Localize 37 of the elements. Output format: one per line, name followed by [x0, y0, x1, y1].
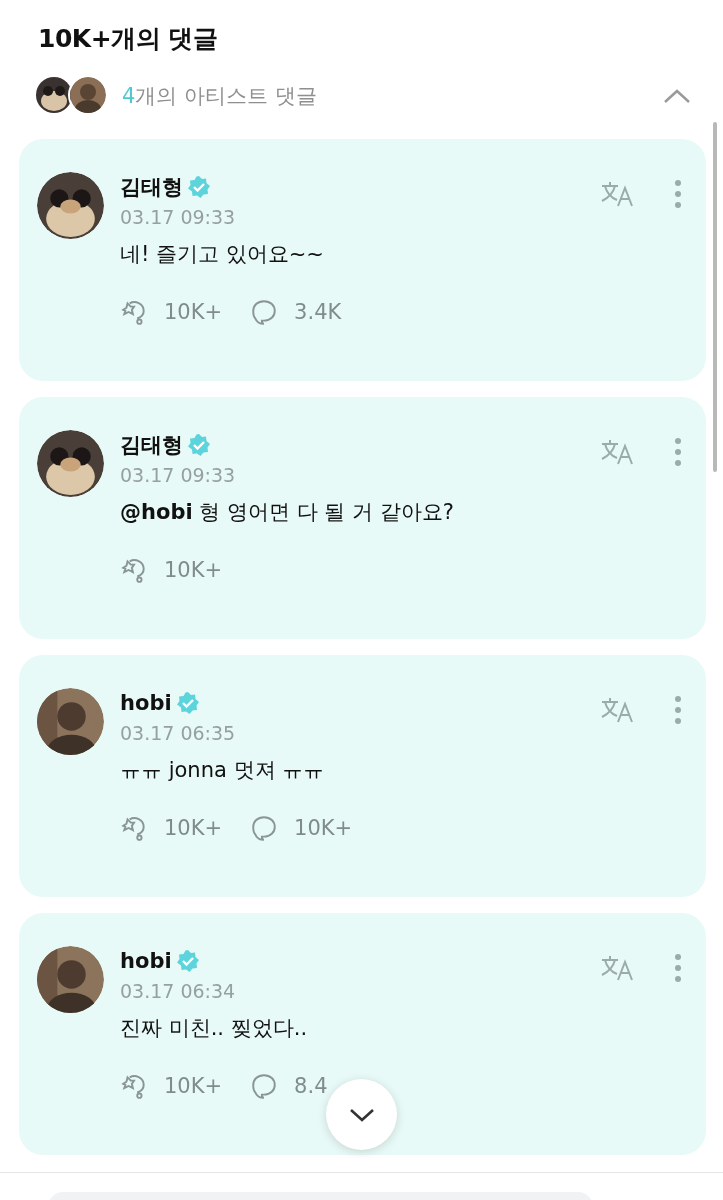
comment-text: ㅠㅠ jonna 멋져 ㅠㅠ — [120, 757, 326, 784]
comment-text: 네! 즐기고 있어요~~ — [120, 241, 325, 268]
comment-text: @hobi 형 영어면 다 될 거 같아요? — [120, 499, 455, 526]
cheer-count: 10K+ — [164, 816, 223, 840]
comment-time: 03.17 06:34 — [120, 980, 237, 1002]
comment-time: 03.17 09:33 — [120, 206, 237, 228]
cheer-count: 10K+ — [164, 300, 223, 324]
reply-icon[interactable] — [250, 1072, 279, 1100]
author-name: hobi — [120, 949, 172, 973]
reply-icon[interactable] — [250, 298, 279, 326]
collapse-icon[interactable] — [663, 88, 691, 104]
cheer-count: 10K+ — [164, 558, 223, 582]
author-name: hobi — [120, 691, 172, 715]
more-icon[interactable] — [674, 437, 682, 467]
translate-icon[interactable] — [600, 696, 636, 724]
more-icon[interactable] — [674, 695, 682, 725]
reply-count: 10K+ — [294, 816, 353, 840]
cheer-icon[interactable] — [120, 1072, 148, 1100]
comment-time: 03.17 09:33 — [120, 464, 237, 486]
author-name: 김태형 — [120, 174, 183, 201]
cheer-icon[interactable] — [120, 556, 148, 584]
translate-icon[interactable] — [600, 180, 636, 208]
translate-icon[interactable] — [600, 438, 636, 466]
comment-text: 진짜 미친.. 찢었다.. — [120, 1015, 309, 1042]
comments-title: 10K+개의 댓글 — [37, 23, 219, 55]
comment-time: 03.17 06:35 — [120, 722, 237, 744]
cheer-icon[interactable] — [120, 814, 148, 842]
more-icon[interactable] — [674, 179, 682, 209]
more-icon[interactable] — [674, 953, 682, 983]
reply-count: 3.4K — [294, 300, 342, 324]
cheer-icon[interactable] — [120, 298, 148, 326]
cheer-count: 10K+ — [164, 1074, 223, 1098]
translate-icon[interactable] — [600, 954, 636, 982]
author-name: 김태형 — [120, 432, 183, 459]
reply-icon[interactable] — [250, 814, 279, 842]
reply-count: 8.4 — [294, 1074, 328, 1098]
artist-comments-label[interactable]: 4개의 아티스트 댓글 — [122, 82, 317, 110]
